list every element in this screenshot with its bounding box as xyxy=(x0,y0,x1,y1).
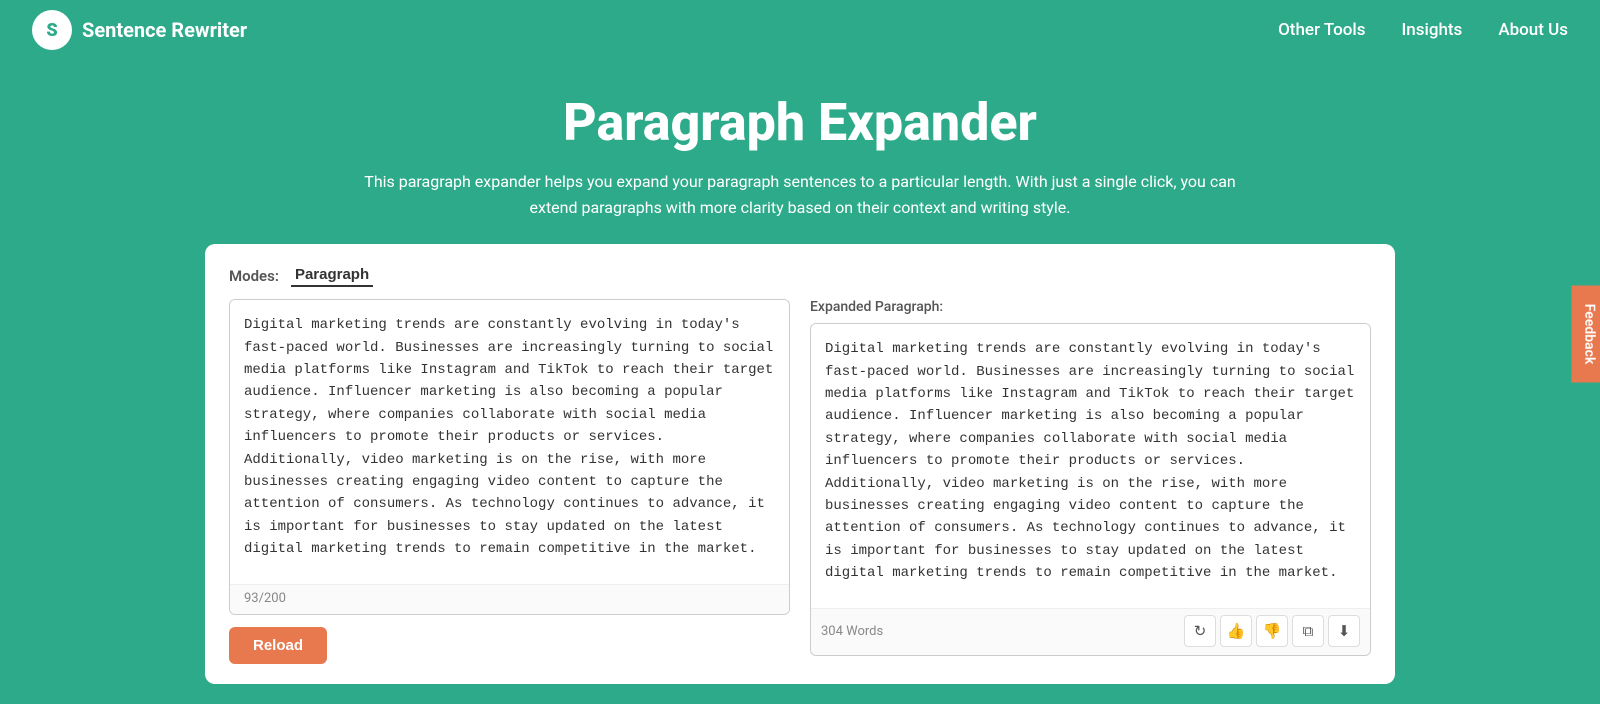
action-icons: ↻ 👍 👎 ⧉ ⬇ xyxy=(1184,615,1360,647)
input-wrapper: 93/200 xyxy=(229,299,790,615)
copy-button[interactable]: ⧉ xyxy=(1292,615,1324,647)
refresh-button[interactable]: ↻ xyxy=(1184,615,1216,647)
logo-icon: S xyxy=(32,10,72,50)
logo[interactable]: S Sentence Rewriter xyxy=(32,10,247,50)
output-footer: 304 Words ↻ 👍 👎 ⧉ xyxy=(811,608,1370,655)
mode-paragraph-tab[interactable]: Paragraph xyxy=(291,264,373,287)
nav-about-us[interactable]: About Us xyxy=(1498,20,1568,40)
input-textarea[interactable] xyxy=(230,300,789,580)
header: S Sentence Rewriter Other Tools Insights… xyxy=(0,0,1600,60)
thumbs-down-icon: 👎 xyxy=(1263,622,1282,640)
refresh-icon: ↻ xyxy=(1194,622,1207,640)
hero-section: Paragraph Expander This paragraph expand… xyxy=(0,60,1600,244)
nav-other-tools[interactable]: Other Tools xyxy=(1278,20,1365,40)
modes-label: Modes: xyxy=(229,267,279,285)
thumbs-down-button[interactable]: 👎 xyxy=(1256,615,1288,647)
page-title: Paragraph Expander xyxy=(20,92,1580,153)
download-icon: ⬇ xyxy=(1338,622,1351,640)
word-count: 304 Words xyxy=(821,624,883,639)
nav: Other Tools Insights About Us xyxy=(1278,20,1568,40)
feedback-tab[interactable]: Feedback xyxy=(1572,286,1600,383)
download-button[interactable]: ⬇ xyxy=(1328,615,1360,647)
main-card: Modes: Paragraph 93/200 Reload Expanded … xyxy=(205,244,1395,684)
thumbs-up-button[interactable]: 👍 xyxy=(1220,615,1252,647)
input-column: 93/200 Reload xyxy=(229,299,790,664)
editor-columns: 93/200 Reload Expanded Paragraph: 304 Wo… xyxy=(229,299,1371,664)
thumbs-up-icon: 👍 xyxy=(1227,622,1246,640)
reload-button[interactable]: Reload xyxy=(229,627,327,664)
output-column: Expanded Paragraph: 304 Words ↻ 👍 👎 xyxy=(810,299,1371,656)
char-count: 93/200 xyxy=(230,584,789,614)
modes-bar: Modes: Paragraph xyxy=(229,264,1371,287)
logo-text: Sentence Rewriter xyxy=(82,18,247,42)
output-textarea[interactable] xyxy=(811,324,1370,604)
nav-insights[interactable]: Insights xyxy=(1401,20,1462,40)
copy-icon: ⧉ xyxy=(1303,623,1314,640)
expanded-label: Expanded Paragraph: xyxy=(810,299,1371,315)
output-wrapper: 304 Words ↻ 👍 👎 ⧉ xyxy=(810,323,1371,656)
hero-description: This paragraph expander helps you expand… xyxy=(350,169,1250,220)
